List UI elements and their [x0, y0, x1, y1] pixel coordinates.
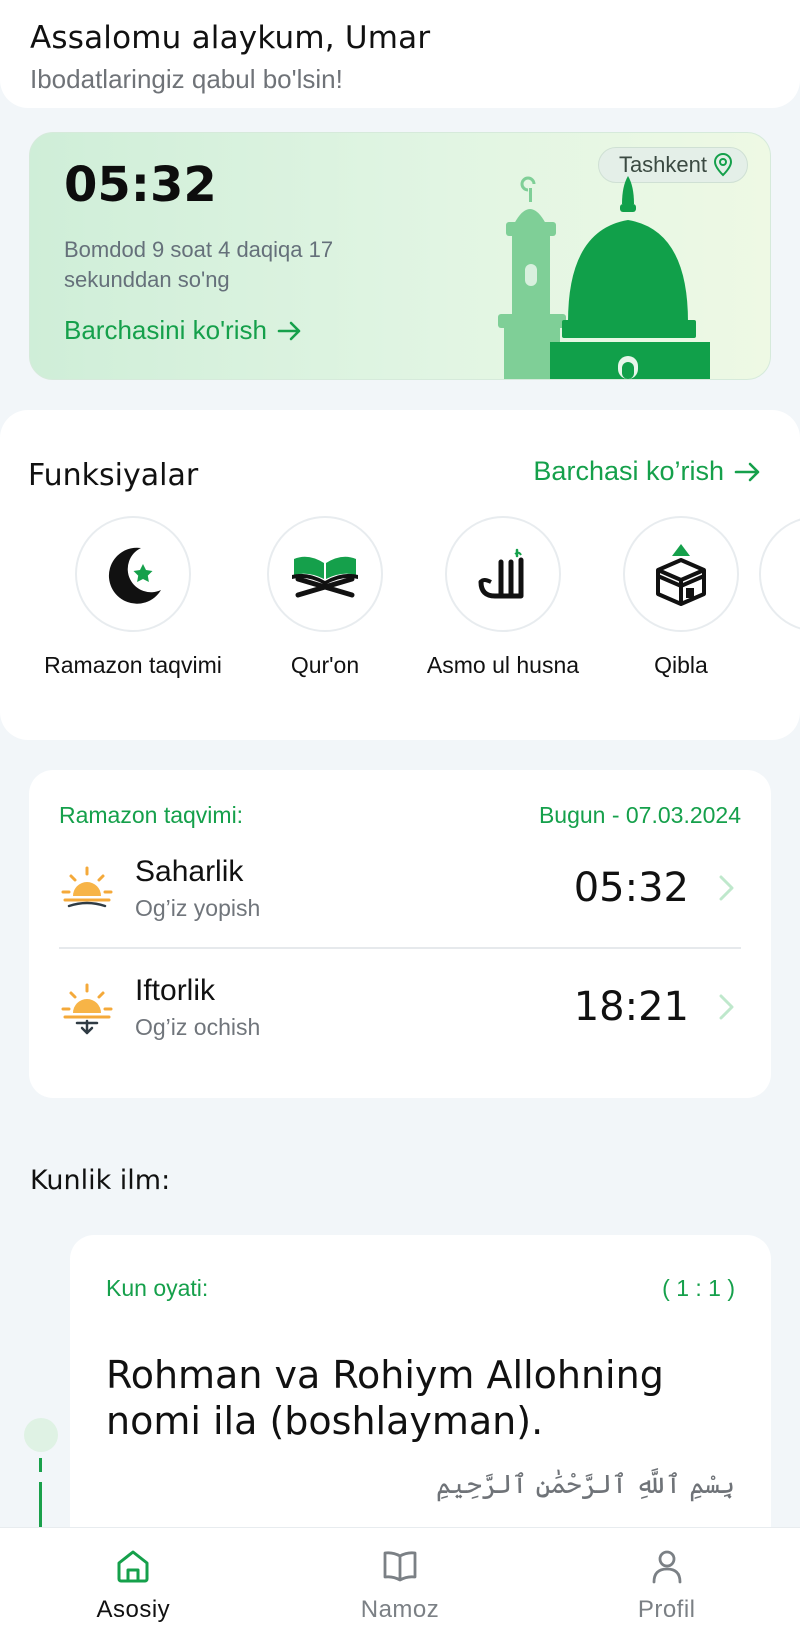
- daily-verse-arabic: بِسْمِ ٱللَّهِ ٱلرَّحْمَٰنِ ٱلرَّحِيمِ: [435, 1470, 735, 1500]
- function-icon-circle: [623, 516, 739, 632]
- function-icon-circle: [445, 516, 561, 632]
- sunset-icon: [61, 983, 113, 1035]
- user-icon: [652, 1550, 682, 1584]
- nav-label: Asosiy: [96, 1596, 171, 1623]
- daily-verse-reference: ( 1 : 1 ): [662, 1275, 735, 1301]
- greeting-subtitle: Ibodatlaringiz qabul bo'lsin!: [30, 64, 343, 94]
- bottom-navigation: Asosiy Namoz Profil: [0, 1527, 800, 1635]
- function-asmo-ul-husna[interactable]: Asmo ul husna: [403, 516, 603, 679]
- ramazon-card-title: Ramazon taqvimi:: [59, 802, 244, 828]
- quran-book-icon: [292, 556, 358, 598]
- kaaba-icon: [656, 544, 706, 606]
- sunrise-icon: [61, 866, 113, 908]
- nav-label: Namoz: [360, 1596, 440, 1623]
- chevron-right-icon: [719, 875, 734, 901]
- header: Assalomu alaykum, Umar Ibodatlaringiz qa…: [0, 0, 800, 108]
- functions-title: Funksiyalar: [28, 458, 199, 493]
- timeline-line: [39, 1458, 42, 1538]
- see-all-prayers-label: Barchasini ko'rish: [64, 315, 267, 345]
- timeline-dot: [24, 1418, 58, 1452]
- nav-label: Profil: [637, 1596, 696, 1623]
- function-icon-circle: [75, 516, 191, 632]
- functions-section: Funksiyalar Barchasi ko’rish Ramazon taq…: [0, 410, 800, 740]
- saharlik-time: 05:32: [573, 865, 689, 911]
- nav-item-asosiy[interactable]: Asosiy: [0, 1528, 267, 1635]
- function-quran[interactable]: Qur'on: [225, 516, 425, 679]
- function-label: Qibla: [654, 652, 708, 678]
- ramazon-card-date: Bugun - 07.03.2024: [538, 802, 741, 828]
- book-icon: [383, 1551, 417, 1582]
- iftorlik-time: 18:21: [573, 984, 689, 1030]
- ramazon-card-header: Ramazon taqvimi: Bugun - 07.03.2024: [59, 802, 741, 829]
- daily-verse-header: Kun oyati: ( 1 : 1 ): [106, 1275, 735, 1302]
- arrow-right-icon: [277, 321, 301, 340]
- saharlik-sub: Og’iz yopish: [135, 894, 261, 921]
- daily-verse-label: Kun oyati:: [106, 1275, 209, 1301]
- function-label: Ramazon taqvimi: [44, 652, 222, 678]
- kunlik-ilm-title: Kunlik ilm:: [30, 1165, 171, 1196]
- iftorlik-sub: Og’iz ochish: [135, 1013, 261, 1040]
- iftorlik-name: Iftorlik: [135, 973, 216, 1007]
- allah-calligraphy-icon: [478, 548, 524, 599]
- saharlik-row[interactable]: Saharlik Og’iz yopish 05:32: [59, 829, 741, 947]
- iftorlik-row[interactable]: Iftorlik Og’iz ochish 18:21: [59, 947, 741, 1065]
- saharlik-name: Saharlik: [135, 854, 244, 888]
- functions-see-all-label: Barchasi ko’rish: [533, 456, 724, 486]
- function-label: Asmo ul husna: [426, 652, 580, 678]
- daily-verse-text: Rohman va Rohiym Allohning nomi ila (bos…: [106, 1353, 664, 1443]
- crescent-star-icon: [108, 547, 161, 604]
- mosque-illustration: [498, 176, 710, 379]
- home-icon: [117, 1550, 149, 1583]
- arrow-right-icon: [734, 462, 760, 481]
- prayer-time-card[interactable]: 05:32 Bomdod 9 soat 4 daqiqa 17 sekundda…: [29, 132, 771, 380]
- function-next-peek[interactable]: [759, 516, 800, 632]
- function-label: Qur'on: [290, 652, 360, 678]
- next-prayer-time: 05:32: [64, 157, 217, 213]
- iftorlik-text: Iftorlik Og’iz ochish: [135, 974, 260, 1041]
- function-icon-circle: [759, 516, 800, 632]
- greeting: Assalomu alaykum, Umar: [30, 20, 431, 56]
- nav-item-namoz[interactable]: Namoz: [267, 1528, 534, 1635]
- chevron-right-icon: [719, 994, 734, 1020]
- function-qibla[interactable]: Qibla: [581, 516, 781, 679]
- saharlik-text: Saharlik Og’iz yopish: [135, 855, 260, 922]
- functions-see-all-link[interactable]: Barchasi ko’rish: [533, 456, 762, 487]
- see-all-prayers-link[interactable]: Barchasini ko'rish: [64, 315, 303, 346]
- nav-item-profil[interactable]: Profil: [533, 1528, 800, 1635]
- function-icon-circle: [267, 516, 383, 632]
- prayer-countdown: Bomdod 9 soat 4 daqiqa 17 sekunddan so'n…: [64, 237, 334, 292]
- function-ramazon-calendar[interactable]: Ramazon taqvimi: [33, 516, 233, 679]
- ramazon-calendar-card: Ramazon taqvimi: Bugun - 07.03.2024 Saha…: [29, 770, 771, 1098]
